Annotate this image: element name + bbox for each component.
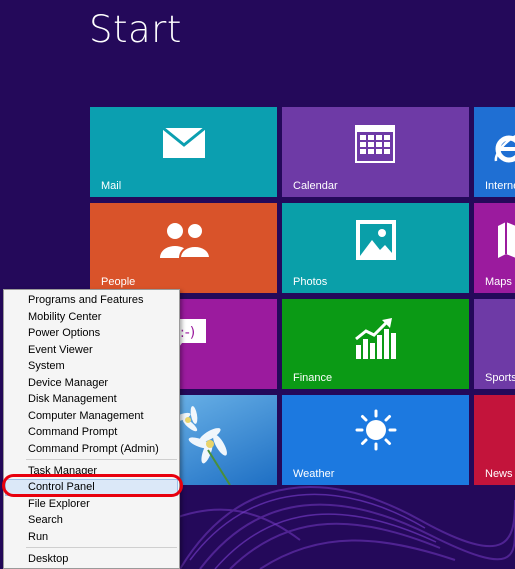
tile-internet-label: Interne xyxy=(485,180,515,192)
people-icon xyxy=(160,222,210,258)
start-title: Start xyxy=(89,8,182,51)
menu-item-file-explorer[interactable]: File Explorer xyxy=(5,496,178,513)
menu-item-run[interactable]: Run xyxy=(5,529,178,546)
tile-finance[interactable]: Finance xyxy=(282,299,469,389)
photo-icon xyxy=(356,220,396,260)
tile-weather[interactable]: Weather xyxy=(282,395,469,485)
menu-item-mobility-center[interactable]: Mobility Center xyxy=(5,309,178,326)
tile-calendar[interactable]: Calendar xyxy=(282,107,469,197)
tile-news[interactable]: News xyxy=(474,395,515,485)
tile-mail-label: Mail xyxy=(101,180,122,192)
menu-item-event-viewer[interactable]: Event Viewer xyxy=(5,342,178,359)
menu-item-computer-management[interactable]: Computer Management xyxy=(5,408,178,425)
tile-internet-explorer[interactable]: Interne xyxy=(474,107,515,197)
menu-item-search[interactable]: Search xyxy=(5,512,178,529)
menu-item-control-panel[interactable]: Control Panel xyxy=(5,479,178,496)
calendar-icon xyxy=(355,125,395,163)
menu-item-power-options[interactable]: Power Options xyxy=(5,325,178,342)
menu-separator xyxy=(26,458,177,460)
menu-item-command-prompt-admin[interactable]: Command Prompt (Admin) xyxy=(5,441,178,458)
tile-sports[interactable]: Sports xyxy=(474,299,515,389)
tile-photos[interactable]: Photos xyxy=(282,203,469,293)
start-screen: Start Mail Calendar Interne xyxy=(0,0,515,569)
menu-item-command-prompt[interactable]: Command Prompt xyxy=(5,424,178,441)
tile-sports-label: Sports xyxy=(485,372,515,384)
internet-explorer-icon xyxy=(494,135,515,163)
menu-item-desktop[interactable]: Desktop xyxy=(5,551,178,568)
map-icon xyxy=(498,222,515,258)
tile-people[interactable]: People xyxy=(90,203,277,293)
menu-separator xyxy=(26,546,177,548)
menu-item-task-manager[interactable]: Task Manager xyxy=(5,463,178,480)
winx-context-menu: Programs and Features Mobility Center Powe… xyxy=(3,289,180,569)
tile-mail[interactable]: Mail xyxy=(90,107,277,197)
tile-weather-label: Weather xyxy=(293,468,335,480)
sun-icon xyxy=(355,409,397,451)
menu-item-device-manager[interactable]: Device Manager xyxy=(5,375,178,392)
menu-item-programs-and-features[interactable]: Programs and Features xyxy=(5,292,178,309)
tile-finance-label: Finance xyxy=(293,372,333,384)
finance-chart-icon xyxy=(355,318,396,359)
tile-photos-label: Photos xyxy=(293,276,328,288)
tile-maps[interactable]: Maps xyxy=(474,203,515,293)
envelope-icon xyxy=(163,128,205,158)
menu-item-disk-management[interactable]: Disk Management xyxy=(5,391,178,408)
menu-item-system[interactable]: System xyxy=(5,358,178,375)
tile-maps-label: Maps xyxy=(485,276,512,288)
tile-news-label: News xyxy=(485,468,513,480)
tile-calendar-label: Calendar xyxy=(293,180,338,192)
svg-text::-): :-) xyxy=(180,325,195,341)
tile-people-label: People xyxy=(101,276,136,288)
